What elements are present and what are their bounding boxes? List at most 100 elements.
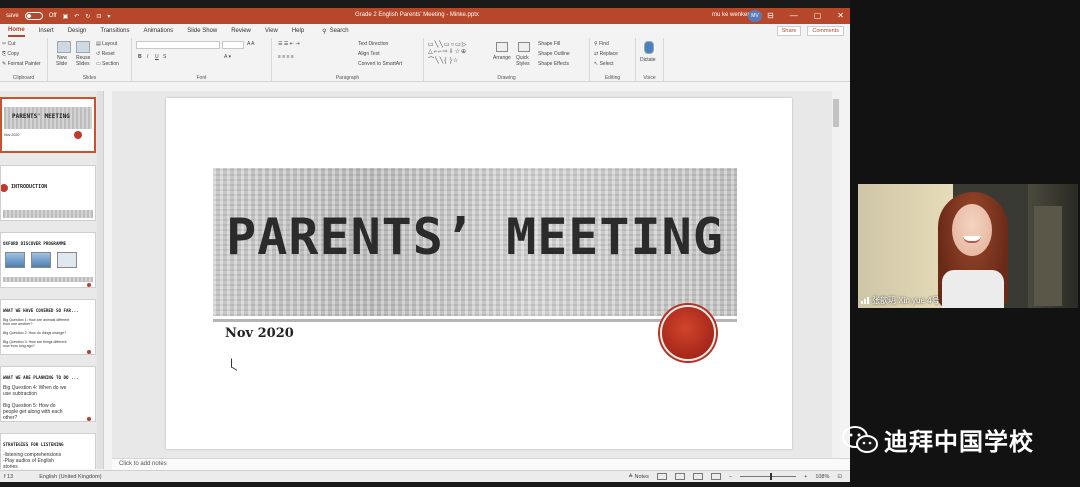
section-button[interactable]: ▭ Section — [96, 61, 119, 67]
select-button[interactable]: ↖ Select — [594, 61, 614, 67]
normal-view-icon[interactable] — [656, 473, 667, 480]
comments-button[interactable]: Comments — [807, 26, 844, 36]
shape-effects-button[interactable]: Shape Effects — [538, 61, 569, 67]
reuse-label-2[interactable]: Slides — [76, 61, 90, 67]
tab-transitions[interactable]: Transitions — [100, 26, 129, 36]
customize-qa-icon[interactable]: ▾ — [107, 13, 110, 20]
participant-name: 张歆玥 Xin yue 4号 — [872, 296, 940, 305]
notes-toggle[interactable]: ≙ Notes — [628, 474, 649, 480]
editor-scroll-thumb[interactable] — [833, 99, 839, 127]
new-slide-icon[interactable] — [57, 41, 71, 53]
notes-pane[interactable]: Click to add notes — [112, 458, 850, 470]
smartart-button[interactable]: Convert to SmartArt — [358, 61, 402, 67]
thumb-text: Big Question 4: When do we use subtracti… — [3, 385, 67, 421]
font-color-icon[interactable]: A ▾ — [224, 54, 231, 60]
zoom-in-icon[interactable]: + — [804, 474, 807, 480]
undo-icon[interactable]: ↶ — [74, 13, 79, 20]
tab-animations[interactable]: Animations — [144, 26, 174, 36]
new-slide-label-2[interactable]: Slide — [56, 61, 67, 67]
status-right: ≙ Notes − + 108% ⊡ — [628, 473, 842, 480]
shapes-gallery[interactable]: ▭╲╲▭○▭▷ △⌐⌐⇨⇩☆⊕ ⌒╲╲{ }☆ — [428, 41, 467, 64]
tab-review[interactable]: Review — [231, 26, 251, 36]
replace-button[interactable]: ⇄ Replace — [594, 51, 618, 57]
tab-view[interactable]: View — [265, 26, 278, 36]
zoom-slider-knob[interactable] — [770, 473, 773, 480]
ribbon-display-icon[interactable]: ⊟ — [767, 11, 774, 20]
slideshow-icon[interactable] — [710, 473, 721, 480]
text-direction-button[interactable]: Text Direction — [358, 41, 388, 47]
bold-icon[interactable]: B — [138, 54, 142, 60]
close-button[interactable]: ✕ — [837, 11, 844, 20]
copy-button[interactable]: ⎘ Copy — [2, 51, 19, 57]
shape-fill-button[interactable]: Shape Fill — [538, 41, 560, 47]
slide-title[interactable]: PARENTS’ MEETING — [213, 208, 737, 266]
tab-help[interactable]: Help — [292, 26, 304, 36]
layout-button[interactable]: ▤ Layout — [96, 41, 117, 47]
reuse-slides-icon[interactable] — [76, 41, 90, 53]
participant-face — [952, 204, 992, 256]
zoom-out-icon[interactable]: − — [729, 474, 732, 480]
bullets-icon[interactable]: ☰ ☰ ⇤ ⇥ — [278, 41, 300, 47]
window-controls: ⊟ — ▢ ✕ — [767, 11, 844, 20]
slide-subtitle[interactable]: Nov 2020 — [225, 326, 294, 341]
thumbnail-scrollbar[interactable] — [97, 91, 103, 469]
language-indicator[interactable]: English (United Kingdom) — [39, 474, 101, 480]
participant-video-tile[interactable]: 张歆玥 Xin yue 4号 — [858, 184, 1078, 308]
tab-home[interactable]: Home — [8, 25, 25, 37]
increase-font-icon[interactable]: A A — [247, 41, 255, 47]
slide-thumbnail-6[interactable]: STRATEGIES FOR LISTENING -listening comp… — [0, 433, 96, 469]
arrange-icon[interactable] — [496, 42, 508, 52]
tab-slide-show[interactable]: Slide Show — [187, 26, 217, 36]
share-button[interactable]: Share — [776, 26, 802, 36]
editing-group-label: Editing — [604, 75, 621, 81]
search-label: Search — [329, 28, 349, 34]
minimize-button[interactable]: — — [790, 11, 798, 20]
search-icon: ⚲ — [322, 28, 327, 35]
slide-thumbnail-1[interactable]: PARENTS' MEETING Nov 2020 — [0, 97, 96, 153]
thumb-seal — [74, 131, 82, 139]
format-painter-button[interactable]: ✎ Format Painter — [2, 61, 41, 67]
find-button[interactable]: ⚲ Find — [594, 41, 609, 47]
editor-scrollbar[interactable] — [832, 91, 840, 458]
tab-design[interactable]: Design — [68, 26, 87, 36]
zoom-level[interactable]: 108% — [815, 474, 829, 480]
redo-icon[interactable]: ↻ — [85, 13, 90, 20]
save-icon[interactable]: ▣ — [63, 13, 69, 20]
arrange-button[interactable]: Arrange — [493, 55, 511, 61]
select-icon: ↖ — [594, 61, 599, 67]
shape-outline-button[interactable]: Shape Outline — [538, 51, 570, 57]
align-text-button[interactable]: Align Text — [358, 51, 380, 57]
reset-button[interactable]: ↺ Reset — [96, 51, 115, 57]
maximize-button[interactable]: ▢ — [814, 11, 822, 20]
zoom-slider[interactable] — [740, 473, 797, 480]
present-icon[interactable]: ⊡ — [96, 13, 101, 20]
italic-icon[interactable]: I — [147, 54, 148, 60]
thumb-text-block — [3, 210, 93, 218]
current-slide[interactable]: PARENTS’ MEETING Nov 2020 — [166, 98, 792, 449]
search-box[interactable]: ⚲ Search — [322, 28, 348, 35]
underline-icon[interactable]: U — [155, 54, 159, 60]
slide-sorter-icon[interactable] — [674, 473, 685, 480]
thumb-seal — [87, 417, 91, 421]
slide-thumbnail-2[interactable]: INTRODUCTION — [0, 165, 96, 221]
slide-thumbnail-5[interactable]: WHAT WE ARE PLANNING TO DO ... Big Quest… — [0, 366, 96, 422]
screen: save Off ▣ ↶ ↻ ⊡ ▾ Grade 2 English Paren… — [0, 0, 1080, 487]
user-name[interactable]: mu ke wenker — [712, 12, 749, 18]
slide-thumbnail-4[interactable]: WHAT WE HAVE COVERED SO FAR... Big Quest… — [0, 299, 96, 355]
quick-styles-label-2[interactable]: Styles — [516, 61, 530, 67]
dictate-button[interactable]: Dictate — [640, 57, 656, 63]
slide-thumbnail-3[interactable]: OXFORD DISCOVER PROGRAMME — [0, 232, 96, 288]
font-name-select[interactable] — [136, 41, 220, 49]
microphone-icon[interactable] — [644, 41, 654, 54]
thumb-seal — [1, 184, 8, 192]
strikethrough-icon[interactable]: S — [163, 54, 166, 60]
cut-button[interactable]: ✂ Cut — [2, 41, 15, 47]
font-size-select[interactable] — [222, 41, 244, 49]
align-icons[interactable]: ≡ ≡ ≡ ≡ — [278, 54, 294, 60]
fit-slide-icon[interactable]: ⊡ — [837, 474, 842, 480]
tab-insert[interactable]: Insert — [39, 26, 54, 36]
autosave-toggle[interactable] — [24, 12, 43, 20]
avatar[interactable]: MV — [748, 10, 762, 22]
reading-view-icon[interactable] — [692, 473, 703, 480]
quick-styles-icon[interactable] — [518, 42, 530, 52]
